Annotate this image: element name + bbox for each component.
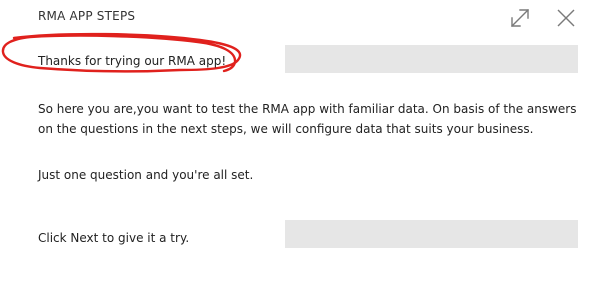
- intro-text: Thanks for trying our RMA app!: [38, 54, 227, 68]
- footer-placeholder-bar: [285, 220, 578, 248]
- header-placeholder-bar: [285, 45, 578, 73]
- expand-icon[interactable]: [508, 6, 532, 30]
- description-text: So here you are,you want to test the RMA…: [38, 102, 577, 136]
- close-icon[interactable]: [554, 6, 578, 30]
- question-note-text: Just one question and you're all set.: [38, 168, 254, 182]
- rma-steps-dialog: RMA APP STEPS Thanks for trying our RMA …: [0, 0, 592, 293]
- dialog-title: RMA APP STEPS: [38, 9, 136, 23]
- next-hint-text: Click Next to give it a try.: [38, 231, 190, 245]
